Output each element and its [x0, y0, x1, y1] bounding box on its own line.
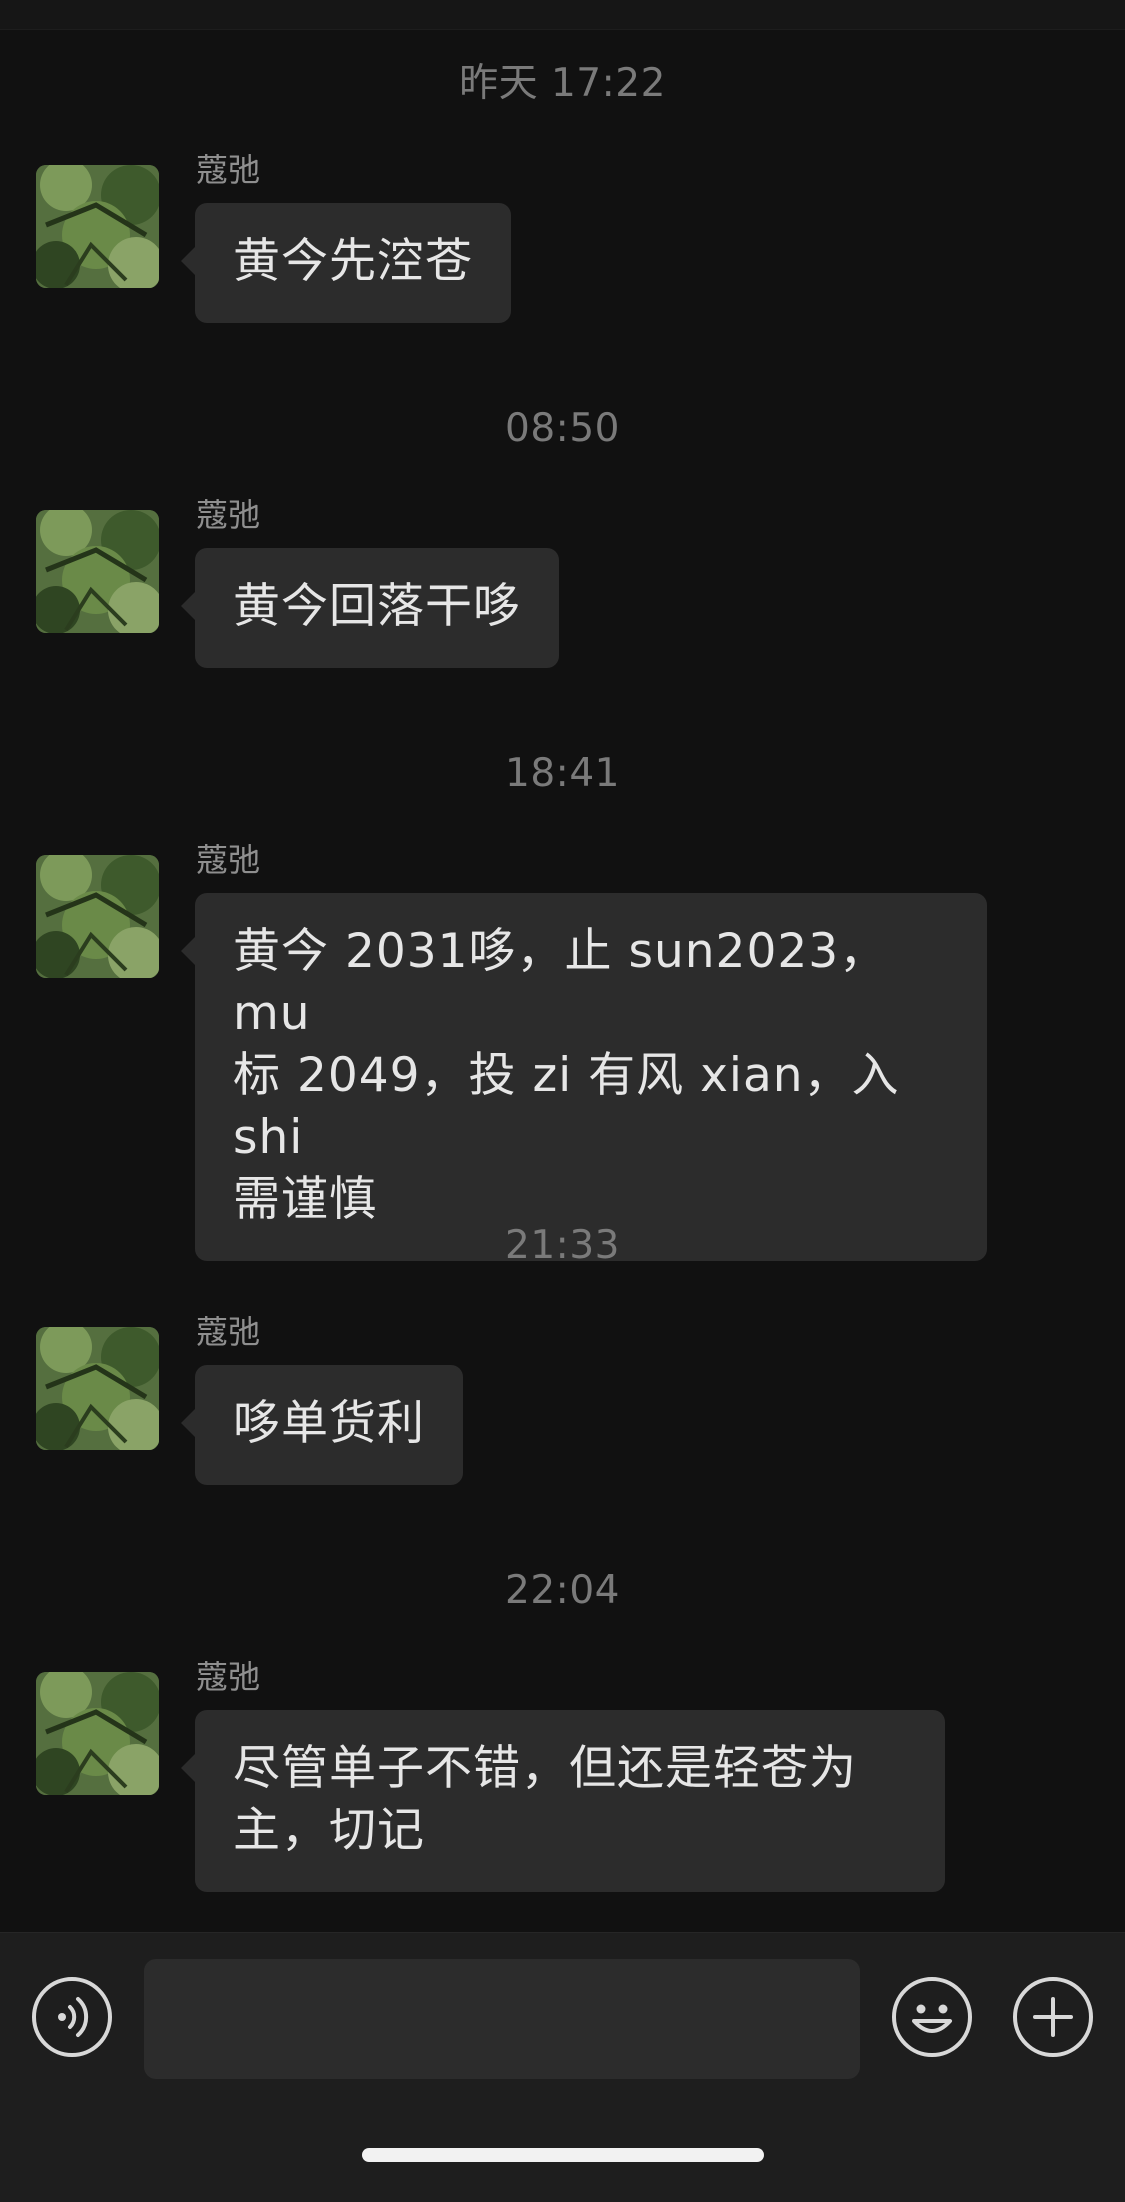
chat-message-list[interactable]: 昨天 17:22 蔻弛 黄今先涳苍 08:50 蔻弛 黄今回落干哆 18:41 … — [0, 30, 1125, 1932]
sender-name: 蔻弛 — [196, 841, 261, 879]
message-timestamp: 22:04 — [505, 1568, 620, 1613]
avatar-image-icon — [36, 855, 159, 978]
message-bubble[interactable]: 哆单货利 — [181, 1365, 463, 1485]
message-timestamp: 21:33 — [505, 1223, 620, 1268]
sender-avatar[interactable] — [36, 1672, 159, 1795]
avatar-image-icon — [36, 510, 159, 633]
message-bubble[interactable]: 黄今 2031哆，止 sun2023，mu 标 2049，投 zi 有风 xia… — [181, 893, 987, 1261]
message-bubble[interactable]: 黄今回落干哆 — [181, 548, 559, 668]
message-timestamp: 昨天 17:22 — [459, 61, 666, 106]
message-bubble[interactable]: 尽管单子不错，但还是轻苍为 主，切记 — [181, 1710, 945, 1892]
emoji-icon — [912, 2004, 952, 2033]
message-timestamp: 08:50 — [505, 406, 620, 451]
sender-avatar[interactable] — [36, 165, 159, 288]
sender-name: 蔻弛 — [196, 496, 261, 534]
message-timestamp: 18:41 — [505, 751, 620, 796]
avatar-image-icon — [36, 1672, 159, 1795]
voice-icon — [58, 1997, 89, 2037]
sender-avatar[interactable] — [36, 855, 159, 978]
sender-avatar[interactable] — [36, 1327, 159, 1450]
avatar-image-icon — [36, 165, 159, 288]
voice-button[interactable] — [32, 1977, 112, 2057]
sender-avatar[interactable] — [36, 510, 159, 633]
sender-name: 蔻弛 — [196, 1658, 261, 1696]
plus-icon — [1033, 1997, 1073, 2037]
home-indicator[interactable] — [362, 2148, 764, 2162]
emoji-button[interactable] — [892, 1977, 972, 2057]
status-bar — [0, 0, 1125, 30]
more-button[interactable] — [1013, 1977, 1093, 2057]
avatar-image-icon — [36, 1327, 159, 1450]
message-input[interactable] — [144, 1959, 860, 2079]
sender-name: 蔻弛 — [196, 1313, 261, 1351]
sender-name: 蔻弛 — [196, 151, 261, 189]
message-bubble[interactable]: 黄今先涳苍 — [181, 203, 511, 323]
